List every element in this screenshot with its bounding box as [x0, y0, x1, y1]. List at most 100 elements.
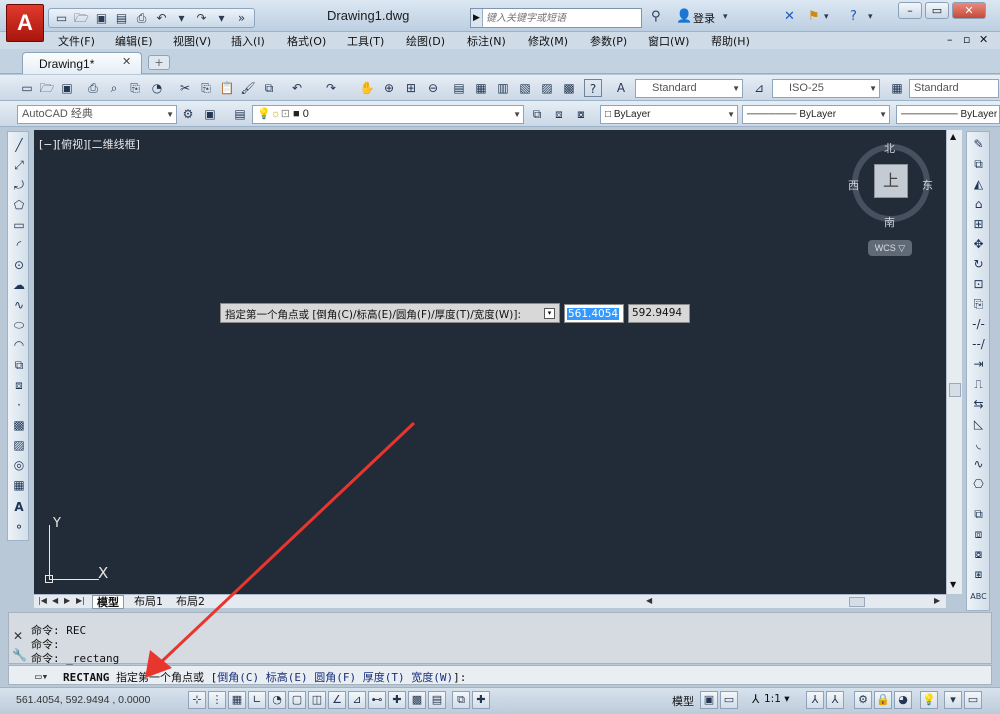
blend-curves-icon[interactable]: ∿: [970, 457, 987, 475]
hatch-icon[interactable]: ▩: [11, 418, 27, 436]
drawing-canvas[interactable]: [−][俯视][二维线框] 上 北 南 东 西 WCS ▽ 指定第一个角点或 […: [34, 130, 946, 594]
rectangle-icon[interactable]: ▭: [11, 218, 27, 236]
object-snap-icon[interactable]: ▢: [288, 691, 306, 709]
compass-west[interactable]: 西: [848, 177, 859, 193]
clean-screen-icon[interactable]: ▭: [964, 691, 982, 709]
tab-layout1[interactable]: 布局1: [130, 595, 167, 609]
explode-icon[interactable]: ⎔: [970, 477, 987, 495]
dimension-style-select[interactable]: ISO-25 ▼: [772, 79, 880, 98]
zoom-previous-icon[interactable]: ⊖: [424, 79, 442, 97]
last-layout-icon[interactable]: ▶|: [76, 596, 85, 605]
make-block-icon[interactable]: ⧈: [11, 378, 27, 396]
binoculars-icon[interactable]: ⚲: [651, 9, 661, 24]
multiline-text-icon[interactable]: A: [11, 500, 27, 518]
dropdown-arrow-icon[interactable]: ▾: [824, 12, 829, 22]
redo-icon[interactable]: ↷: [322, 79, 340, 97]
compass-north[interactable]: 北: [884, 140, 895, 156]
open-folder-icon[interactable]: 🗁: [73, 10, 90, 26]
make-current-layer-icon[interactable]: ⧉: [528, 105, 546, 123]
compass-south[interactable]: 南: [884, 214, 895, 230]
menu-window[interactable]: 窗口(W): [648, 33, 689, 49]
user-icon[interactable]: 👤: [676, 9, 692, 24]
match-properties-icon[interactable]: 🖌: [239, 79, 257, 97]
layer-state-icon[interactable]: ⧇: [572, 105, 590, 123]
workspace-save-icon[interactable]: ▣: [201, 105, 219, 123]
calculator-icon[interactable]: ▩: [560, 79, 578, 97]
hardware-acceleration-icon[interactable]: ◕: [894, 691, 912, 709]
maximize-button[interactable]: ▭: [925, 2, 949, 19]
model-space-button[interactable]: 模型: [672, 693, 694, 709]
redo-icon[interactable]: ↷: [193, 10, 210, 26]
application-menu-button[interactable]: A: [6, 4, 44, 42]
break-at-point-icon[interactable]: ⇥: [970, 357, 987, 375]
save-icon[interactable]: ▣: [93, 10, 110, 26]
viewport-controls-label[interactable]: [−][俯视][二维线框]: [39, 136, 140, 152]
text-order-icon[interactable]: ABC: [970, 592, 987, 610]
option-width[interactable]: 宽度(W): [411, 671, 453, 684]
menu-parametric[interactable]: 参数(P): [590, 33, 627, 49]
option-thickness[interactable]: 厚度(T): [363, 671, 405, 684]
block-editor-icon[interactable]: ⧉: [260, 79, 278, 97]
snap-mode-icon[interactable]: ⋮: [208, 691, 226, 709]
design-center-icon[interactable]: ▦: [472, 79, 490, 97]
new-file-icon[interactable]: ▭: [53, 10, 70, 26]
transparency-icon[interactable]: ▩: [408, 691, 426, 709]
extend-icon[interactable]: --/: [970, 337, 987, 355]
new-file-icon[interactable]: ▭: [18, 79, 36, 97]
coordinates-display[interactable]: 561.4054, 592.9494 , 0.0000: [16, 694, 150, 706]
join-icon[interactable]: ⇆: [970, 397, 987, 415]
open-folder-icon[interactable]: 🗁: [38, 79, 56, 97]
layer-properties-icon[interactable]: ▤: [231, 105, 249, 123]
exchange-icon[interactable]: ✕: [784, 9, 795, 24]
3d-object-snap-icon[interactable]: ◫: [308, 691, 326, 709]
menu-draw[interactable]: 绘图(D): [406, 33, 445, 49]
login-link[interactable]: 登录: [693, 10, 715, 26]
add-selected-icon[interactable]: ⚬: [11, 520, 27, 538]
lock-icon[interactable]: 🔒: [874, 691, 892, 709]
prev-layout-icon[interactable]: ◀: [52, 596, 58, 605]
layout-view-icon[interactable]: ▭: [720, 691, 738, 709]
insert-block-icon[interactable]: ⧉: [11, 358, 27, 376]
annotation-scale-icon[interactable]: ⅄: [752, 692, 759, 706]
revision-cloud-icon[interactable]: ☁: [11, 278, 27, 296]
help-icon[interactable]: ?: [850, 9, 857, 24]
scale-icon[interactable]: ⊡: [970, 277, 987, 295]
dropdown-arrow-icon[interactable]: ▾: [173, 10, 190, 26]
pan-icon[interactable]: ✋: [358, 79, 376, 97]
wcs-menu-button[interactable]: WCS ▽: [868, 240, 912, 256]
save-as-icon[interactable]: ▤: [113, 10, 130, 26]
selection-cycling-icon[interactable]: ⧉: [452, 691, 470, 709]
rotate-icon[interactable]: ↻: [970, 257, 987, 275]
polar-tracking-icon[interactable]: ◔: [268, 691, 286, 709]
paste-icon[interactable]: 📋: [218, 79, 236, 97]
dynamic-input-x[interactable]: 561.4054: [564, 304, 624, 323]
sheet-set-icon[interactable]: ▧: [516, 79, 534, 97]
move-icon[interactable]: ✥: [970, 237, 987, 255]
draw-order-back-icon[interactable]: ⧈: [970, 527, 987, 545]
more-icon[interactable]: »: [233, 10, 250, 26]
help-icon[interactable]: ?: [584, 79, 602, 97]
menu-view[interactable]: 视图(V): [173, 33, 211, 49]
menu-dimension[interactable]: 标注(N): [467, 33, 506, 49]
polygon-icon[interactable]: ⬠: [11, 198, 27, 216]
dynamic-input-icon[interactable]: ⊷: [368, 691, 386, 709]
workspace-switching-icon[interactable]: ⚙: [854, 691, 872, 709]
table-style-icon[interactable]: ▦: [888, 79, 906, 97]
annotation-scale-value[interactable]: 1:1 ▾: [764, 693, 790, 705]
command-prompt-icon[interactable]: ▭▾: [35, 670, 48, 683]
cut-icon[interactable]: ✂: [176, 79, 194, 97]
print-icon[interactable]: ⎙: [84, 79, 102, 97]
ortho-mode-icon[interactable]: ∟: [248, 691, 266, 709]
option-fillet[interactable]: 圆角(F): [314, 671, 356, 684]
text-style-select[interactable]: Standard ▼: [635, 79, 743, 98]
break-icon[interactable]: ⎍: [970, 377, 987, 395]
next-layout-icon[interactable]: ▶: [64, 596, 70, 605]
doc-restore-button[interactable]: ▫: [963, 33, 970, 46]
search-input[interactable]: [483, 9, 641, 27]
tab-layout2[interactable]: 布局2: [172, 595, 209, 609]
workspace-select[interactable]: AutoCAD 经典 ▼: [17, 105, 177, 124]
dimension-style-icon[interactable]: ⊿: [750, 79, 768, 97]
array-icon[interactable]: ⊞: [970, 217, 987, 235]
options-dropdown-icon[interactable]: ▾: [544, 308, 555, 319]
customize-wrench-icon[interactable]: 🔧: [12, 648, 27, 662]
